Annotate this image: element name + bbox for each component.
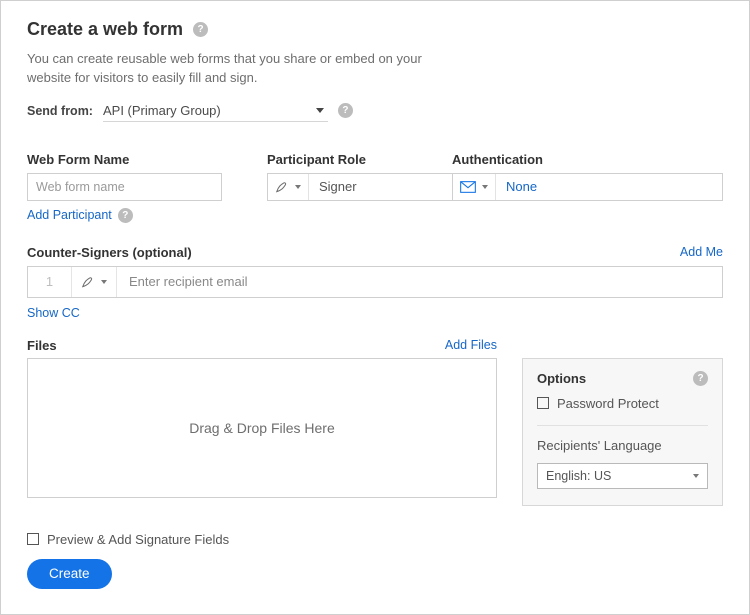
- counter-signer-row: 1: [27, 266, 723, 298]
- participant-role-col: Participant Role Signer: [267, 152, 452, 201]
- add-participant-row: Add Participant ?: [27, 208, 723, 223]
- checkbox-icon[interactable]: [27, 533, 39, 545]
- chevron-down-icon: [693, 474, 699, 478]
- page-title: Create a web form: [27, 19, 183, 40]
- counter-role-selector[interactable]: [72, 267, 117, 297]
- send-from-select[interactable]: API (Primary Group): [103, 100, 328, 122]
- add-participant-link[interactable]: Add Participant: [27, 208, 112, 222]
- help-icon[interactable]: ?: [693, 371, 708, 386]
- participant-role-value: Signer: [309, 179, 357, 194]
- page-subtitle: You can create reusable web forms that y…: [27, 50, 447, 88]
- password-protect-row[interactable]: Password Protect: [537, 396, 708, 411]
- files-label: Files: [27, 338, 57, 353]
- send-from-value: API (Primary Group): [103, 103, 221, 118]
- web-form-name-label: Web Form Name: [27, 152, 267, 167]
- counter-signers-header: Counter-Signers (optional) Add Me: [27, 245, 723, 260]
- help-icon[interactable]: ?: [118, 208, 133, 223]
- participant-role-label: Participant Role: [267, 152, 452, 167]
- chevron-down-icon: [316, 108, 324, 113]
- password-protect-label: Password Protect: [557, 396, 659, 411]
- authentication-col: Authentication None: [452, 152, 723, 201]
- preview-signature-label: Preview & Add Signature Fields: [47, 532, 229, 547]
- recipients-language-label: Recipients' Language: [537, 438, 708, 453]
- participant-role-field[interactable]: Signer: [267, 173, 452, 201]
- send-from-row: Send from: API (Primary Group) ?: [27, 100, 723, 122]
- auth-selector[interactable]: [453, 174, 496, 200]
- authentication-label: Authentication: [452, 152, 723, 167]
- send-from-label: Send from:: [27, 104, 93, 118]
- fields-row: Web Form Name Participant Role Signer Au…: [27, 152, 723, 201]
- language-value: English: US: [546, 469, 611, 483]
- add-me-link[interactable]: Add Me: [680, 245, 723, 259]
- help-icon[interactable]: ?: [193, 22, 208, 37]
- counter-email-input[interactable]: [117, 267, 722, 297]
- counter-index: 1: [28, 267, 72, 297]
- preview-signature-row[interactable]: Preview & Add Signature Fields: [27, 532, 723, 547]
- counter-signers-label: Counter-Signers (optional): [27, 245, 192, 260]
- divider: [537, 425, 708, 426]
- options-title: Options: [537, 371, 586, 386]
- language-select[interactable]: English: US: [537, 463, 708, 489]
- title-row: Create a web form ?: [27, 19, 723, 40]
- files-header: Files Add Files: [27, 338, 497, 353]
- authentication-field[interactable]: None: [452, 173, 723, 201]
- options-panel: Options ? Password Protect Recipients' L…: [522, 358, 723, 506]
- file-drop-zone[interactable]: Drag & Drop Files Here: [27, 358, 497, 498]
- chevron-down-icon: [295, 185, 301, 189]
- drop-zone-text: Drag & Drop Files Here: [189, 420, 335, 436]
- mail-icon: [460, 181, 476, 193]
- authentication-value: None: [496, 179, 537, 194]
- create-button[interactable]: Create: [27, 559, 112, 589]
- page-container: Create a web form ? You can create reusa…: [0, 0, 750, 615]
- role-selector[interactable]: [268, 174, 309, 200]
- help-icon[interactable]: ?: [338, 103, 353, 118]
- add-files-link[interactable]: Add Files: [445, 338, 497, 352]
- chevron-down-icon: [482, 185, 488, 189]
- show-cc-link[interactable]: Show CC: [27, 306, 80, 320]
- pen-icon: [81, 275, 95, 289]
- pen-icon: [275, 180, 289, 194]
- files-row: Drag & Drop Files Here Options ? Passwor…: [27, 358, 723, 506]
- web-form-name-col: Web Form Name: [27, 152, 267, 201]
- checkbox-icon[interactable]: [537, 397, 549, 409]
- chevron-down-icon: [101, 280, 107, 284]
- options-header: Options ?: [537, 371, 708, 386]
- web-form-name-input[interactable]: [27, 173, 222, 201]
